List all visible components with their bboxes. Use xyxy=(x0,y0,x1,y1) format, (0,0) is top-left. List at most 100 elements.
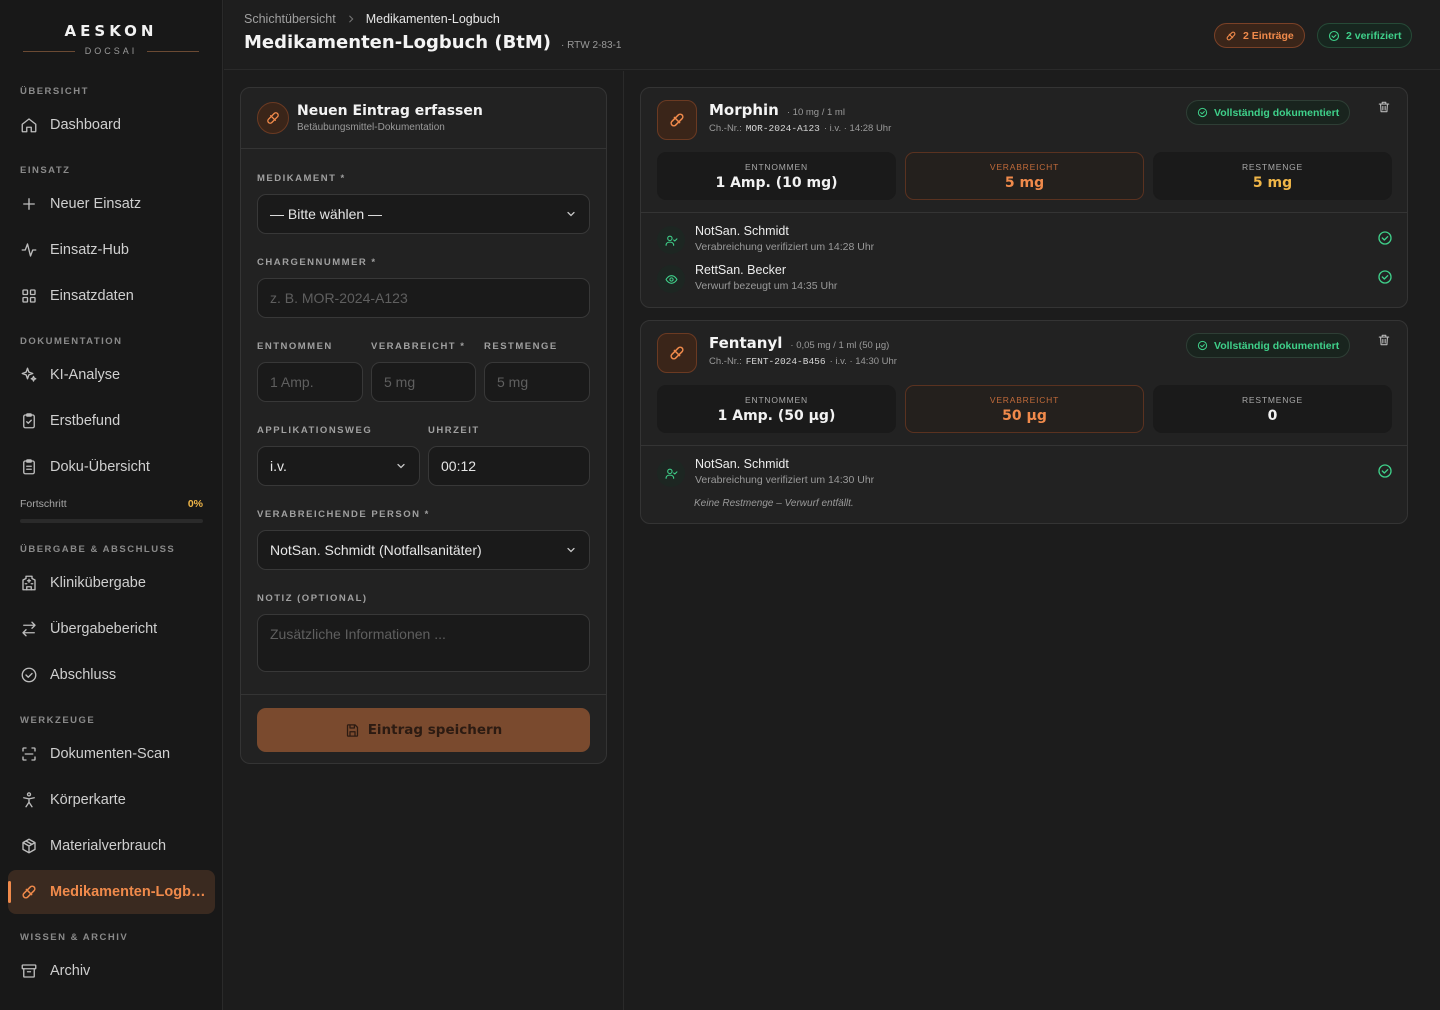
uhrzeit-input[interactable]: 00:12 xyxy=(428,446,590,486)
restmenge-input[interactable]: 5 mg xyxy=(484,362,590,402)
vehicle-label: · RTW 2-83-1 xyxy=(561,40,622,51)
entnommen-input[interactable]: 1 Amp. xyxy=(257,362,363,402)
sparkles-icon xyxy=(20,366,38,384)
sidebar-item-label: Dokumenten-Scan xyxy=(50,746,171,762)
entry-card-morphin: Morphin · 10 mg / 1 ml Ch.-Nr.: MOR-2024… xyxy=(640,87,1408,308)
uhrzeit-label: UHRZEIT xyxy=(428,425,480,436)
sidebar-item-label: Übergabebericht xyxy=(50,621,158,637)
verified-count-badge: 2 verifiziert xyxy=(1317,23,1413,48)
sidebar-item-neuer-einsatz[interactable]: Neuer Einsatz xyxy=(8,182,215,226)
save-icon xyxy=(345,723,360,738)
entry-dose: · 10 mg / 1 ml xyxy=(786,107,845,118)
sidebar-item-label: Medikamenten-Logbuch xyxy=(50,884,210,900)
hospital-icon xyxy=(20,574,38,592)
sidebar-item-koerperkarte[interactable]: Körperkarte xyxy=(8,778,215,822)
entry-route-time: · i.v. · 14:30 Uhr xyxy=(829,356,897,367)
verabreicht-input[interactable]: 5 mg xyxy=(371,362,476,402)
chevron-down-icon xyxy=(565,208,577,220)
stat-label: VERABREICHT xyxy=(989,161,1060,172)
pill-icon xyxy=(257,102,289,134)
person-row: RettSan. Becker Verwurf bezeugt um 14:35… xyxy=(657,261,1393,297)
breadcrumb-item-schichtuebersicht[interactable]: Schichtübersicht xyxy=(244,12,336,26)
stat-value: 5 mg xyxy=(1252,174,1293,191)
sidebar-item-klinikuebergabe[interactable]: Klinikübergabe xyxy=(8,561,215,605)
entry-route-time: · i.v. · 14:28 Uhr xyxy=(823,123,892,134)
plus-icon xyxy=(20,195,38,213)
brand-name: AESKON xyxy=(64,22,158,40)
entry-card-fentanyl: Fentanyl · 0,05 mg / 1 ml (50 µg) Ch.-Nr… xyxy=(640,320,1408,524)
sidebar-item-label: Erstbefund xyxy=(50,413,121,429)
form-subtitle: Betäubungsmittel-Dokumentation xyxy=(297,122,445,133)
charge-input[interactable]: z. B. MOR-2024-A123 xyxy=(257,278,590,318)
person-detail: Verwurf bezeugt um 14:35 Uhr xyxy=(695,280,838,292)
brand-logo[interactable]: AESKON DOCSAI xyxy=(0,0,222,70)
arrows-exchange-icon xyxy=(20,620,38,638)
stat-label: RESTMENGE xyxy=(1241,394,1304,405)
sidebar-item-archiv[interactable]: Archiv xyxy=(8,949,215,993)
activity-icon xyxy=(20,241,38,259)
check-circle-icon xyxy=(1377,230,1393,246)
sidebar-item-erstbefund[interactable]: Erstbefund xyxy=(8,399,215,443)
notiz-textarea[interactable]: Zusätzliche Informationen ... xyxy=(257,614,590,672)
sidebar-item-einsatzdaten[interactable]: Einsatzdaten xyxy=(8,274,215,318)
sidebar-item-label: Körperkarte xyxy=(50,792,126,808)
stat-restmenge: RESTMENGE 5 mg xyxy=(1153,152,1392,200)
verabreicht-placeholder: 5 mg xyxy=(384,374,416,390)
check-circle-icon xyxy=(1197,340,1208,351)
entry-drug-name: Morphin xyxy=(709,101,779,119)
form-title: Neuen Eintrag erfassen xyxy=(297,103,483,119)
sidebar-item-label: Einsatz-Hub xyxy=(50,242,129,258)
applikation-select[interactable]: i.v. xyxy=(257,446,420,486)
eye-icon xyxy=(657,265,685,293)
medikament-select[interactable]: — Bitte wählen — xyxy=(257,194,590,234)
person-value: NotSan. Schmidt (Notfallsanitäter) xyxy=(270,542,482,558)
charge-prefix: Ch.-Nr.: xyxy=(709,123,742,134)
sidebar-item-label: Einsatzdaten xyxy=(50,288,134,304)
sidebar-item-medikamenten-logbuch[interactable]: Medikamenten-Logbuch xyxy=(8,870,215,914)
charge-label: CHARGENNUMMER * xyxy=(257,257,377,268)
applikation-label: APPLIKATIONSWEG xyxy=(257,425,373,436)
stat-value: 1 Amp. (50 µg) xyxy=(717,407,836,424)
trash-icon[interactable] xyxy=(1377,100,1391,114)
sidebar-item-label: Doku-Übersicht xyxy=(50,459,150,475)
grid-icon xyxy=(20,287,38,305)
sidebar-item-doku-uebersicht[interactable]: Doku-Übersicht xyxy=(8,445,215,489)
check-circle-icon xyxy=(1197,107,1208,118)
stat-label: VERABREICHT xyxy=(989,394,1060,405)
save-entry-button[interactable]: Eintrag speichern xyxy=(257,708,590,752)
trash-icon[interactable] xyxy=(1377,333,1391,347)
charge-prefix: Ch.-Nr.: xyxy=(709,356,742,367)
stat-entnommen: ENTNOMMEN 1 Amp. (50 µg) xyxy=(657,385,896,433)
entnommen-placeholder: 1 Amp. xyxy=(270,374,314,390)
sidebar-item-label: Dashboard xyxy=(50,117,121,133)
stat-label: ENTNOMMEN xyxy=(745,161,808,172)
section-label-einsatz: EINSATZ xyxy=(20,165,71,176)
stat-label: ENTNOMMEN xyxy=(745,394,808,405)
sidebar-item-label: KI-Analyse xyxy=(50,367,121,383)
stat-value: 0 xyxy=(1267,407,1278,424)
sidebar-item-einsatz-hub[interactable]: Einsatz-Hub xyxy=(8,228,215,272)
sidebar-item-label: Klinikübergabe xyxy=(50,575,146,591)
person-label: VERABREICHENDE PERSON * xyxy=(257,509,430,520)
sidebar-item-materialverbrauch[interactable]: Materialverbrauch xyxy=(8,824,215,868)
sidebar-item-dashboard[interactable]: Dashboard xyxy=(8,103,215,147)
status-text: Vollständig dokumentiert xyxy=(1214,106,1340,119)
page-title: Medikamenten-Logbuch (BtM) xyxy=(244,32,552,53)
stat-verabreicht: VERABREICHT 5 mg xyxy=(905,152,1144,200)
scan-icon xyxy=(20,745,38,763)
entry-charge-number: MOR-2024-A123 xyxy=(745,123,820,134)
pill-icon xyxy=(20,883,38,901)
sidebar-item-uebergabebericht[interactable]: Übergabebericht xyxy=(8,607,215,651)
stat-value: 50 µg xyxy=(1002,407,1047,424)
sidebar-item-ki-analyse[interactable]: KI-Analyse xyxy=(8,353,215,397)
stat-label: RESTMENGE xyxy=(1241,161,1304,172)
pill-icon xyxy=(657,333,697,373)
stat-value: 5 mg xyxy=(1004,174,1045,191)
package-icon xyxy=(20,837,38,855)
person-select[interactable]: NotSan. Schmidt (Notfallsanitäter) xyxy=(257,530,590,570)
sidebar-item-dokumenten-scan[interactable]: Dokumenten-Scan xyxy=(8,732,215,776)
archive-icon xyxy=(20,962,38,980)
stat-value: 1 Amp. (10 mg) xyxy=(715,174,838,191)
sidebar-item-abschluss[interactable]: Abschluss xyxy=(8,653,215,697)
sidebar-item-label: Materialverbrauch xyxy=(50,838,167,854)
